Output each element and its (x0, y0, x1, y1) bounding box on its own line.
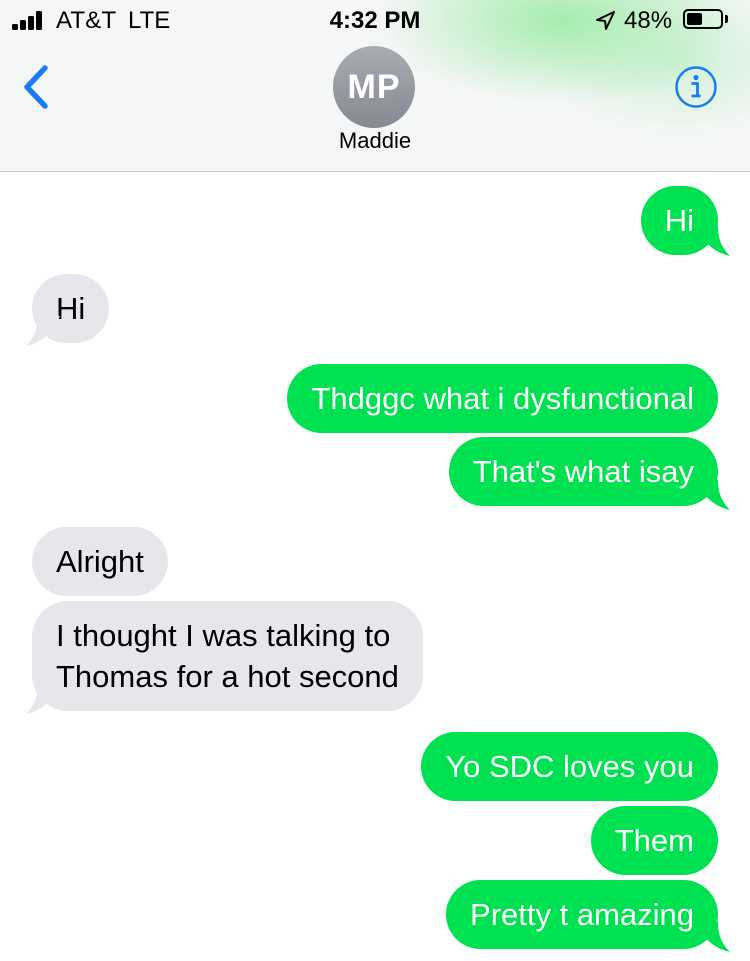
contact-avatar[interactable]: MP (333, 46, 415, 128)
message-bubble-sent[interactable]: Hi (640, 186, 718, 255)
location-arrow-icon (596, 11, 615, 30)
battery-cap (725, 15, 728, 23)
message-bubble-sent[interactable]: That's what isay (448, 437, 718, 506)
battery-icon (683, 9, 723, 29)
message-bubble-sent[interactable]: Them (590, 806, 718, 875)
conversation-header: AT&T LTE 4:32 PM 48% MP Maddie (0, 0, 750, 172)
message-bubble-received[interactable]: I thought I was talking to Thomas for a … (32, 601, 423, 711)
back-chevron-icon[interactable] (18, 62, 58, 112)
info-icon[interactable] (674, 65, 718, 109)
message-bubble-sent[interactable]: Thdggc what i dysfunctional (287, 364, 718, 433)
message-bubble-sent[interactable]: Pretty t amazing (446, 880, 718, 949)
battery-percentage: 48% (624, 7, 673, 34)
message-bubble-received[interactable]: Hi (32, 274, 110, 343)
battery-level-fill (687, 13, 702, 25)
message-bubble-sent[interactable]: Yo SDC loves you (421, 732, 718, 801)
status-bar: AT&T LTE 4:32 PM 48% (0, 0, 750, 40)
contact-name[interactable]: Maddie (0, 128, 750, 154)
message-bubble-received[interactable]: Alright (32, 527, 168, 596)
